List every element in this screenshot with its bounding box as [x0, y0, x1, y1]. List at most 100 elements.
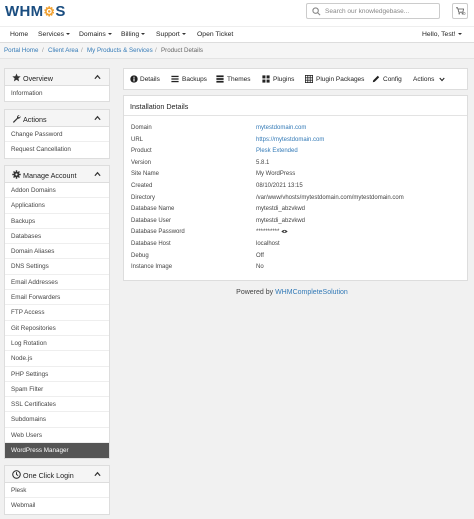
tab-plugin-packages-label: Plugin Packages — [316, 76, 365, 83]
detail-key: Database Host — [131, 241, 171, 247]
breadcrumb-separator: / — [155, 47, 157, 54]
tab-config-label: Config — [383, 76, 402, 83]
sidebar-item-label: FTP Access — [11, 309, 45, 317]
nav-user-menu[interactable]: Hello, Test! — [422, 31, 462, 38]
sidebar-actions-panel: Actions Change Password Request Cancella… — [4, 109, 110, 159]
footer-link[interactable]: WHMCompleteSolution — [275, 289, 348, 296]
url-link[interactable]: https://mytestdomain.com — [256, 137, 324, 143]
cart-count: 0 — [463, 11, 466, 16]
manage-account-panel-header[interactable]: Manage Account — [5, 166, 109, 183]
breadcrumb-portal-home[interactable]: Portal Home — [4, 47, 38, 54]
sidebar-item-label: Log Rotation — [11, 339, 47, 347]
caret-down-icon — [181, 33, 186, 36]
sidebar-item-domain-aliases[interactable]: Domain Aliases — [5, 244, 109, 260]
sidebar-item-backups[interactable]: Backups — [5, 214, 109, 229]
sidebar-item-label: Backups — [11, 217, 36, 225]
sidebar-item-label: Addon Domains — [11, 187, 56, 194]
installation-details-title: Installation Details — [130, 102, 189, 111]
overview-panel-title: Overview — [23, 74, 53, 83]
detail-key: Product — [131, 148, 152, 155]
chevron-up-icon[interactable] — [94, 171, 101, 177]
breadcrumb-products-services[interactable]: My Products & Services — [87, 47, 153, 54]
actions-panel-title: Actions — [23, 115, 47, 124]
nav-billing[interactable]: Billing — [121, 31, 146, 38]
detail-row-debug: Debug Off — [124, 253, 467, 265]
sidebar-item-log-rotation[interactable]: Log Rotation — [5, 336, 109, 352]
sidebar-item-subdomains[interactable]: Subdomains — [5, 412, 109, 428]
sidebar-item-label: Node.js — [11, 355, 33, 363]
detail-key: Instance Image — [131, 264, 173, 271]
sidebar-item-request-cancellation[interactable]: Request Cancellation — [5, 142, 109, 157]
detail-value: No — [256, 264, 264, 271]
sidebar-item-applications[interactable]: Applications — [5, 198, 109, 214]
detail-row-database-host: Database Host localhost — [124, 241, 467, 253]
sidebar-item-change-password[interactable]: Change Password — [5, 127, 109, 143]
actions-panel-header[interactable]: Actions — [5, 110, 109, 127]
one-click-login-panel-header[interactable]: One Click Login — [5, 466, 109, 483]
nav-domains[interactable]: Domains — [79, 31, 112, 38]
breadcrumb-client-area[interactable]: Client Area — [48, 47, 78, 54]
breadcrumb-separator: / — [81, 47, 83, 54]
sidebar-item-label: DNS Settings — [11, 263, 49, 271]
nav-support-label: Support — [156, 31, 180, 38]
sidebar-item-label: Change Password — [11, 131, 63, 138]
search-icon — [312, 7, 321, 16]
nav-home[interactable]: Home — [10, 31, 28, 38]
one-click-login-panel-title: One Click Login — [23, 471, 74, 480]
whmcs-logo[interactable]: WHM⚙S — [5, 3, 66, 20]
nav-open-ticket[interactable]: Open Ticket — [197, 31, 233, 38]
sidebar-item-databases[interactable]: Databases — [5, 229, 109, 245]
detail-row-database-password: Database Password ********** — [124, 229, 467, 241]
cart-button[interactable]: 0 — [452, 3, 468, 19]
plugin-icon — [262, 75, 270, 83]
domain-link[interactable]: mytestdomain.com — [256, 125, 306, 131]
breadcrumb: Portal Home / Client Area / My Products … — [0, 43, 474, 59]
detail-row-directory: Directory/var/www/vhosts/mytestdomain.co… — [124, 195, 467, 207]
sidebar-item-webmail[interactable]: Webmail — [5, 498, 109, 513]
sidebar-item-nodejs[interactable]: Node.js — [5, 351, 109, 367]
chevron-up-icon[interactable] — [94, 74, 101, 80]
detail-row-domain: Domain mytestdomain.com — [124, 125, 467, 137]
eye-icon[interactable] — [281, 229, 289, 234]
tab-actions-label: Actions — [413, 76, 435, 83]
overview-panel-header[interactable]: Overview — [5, 69, 109, 86]
sidebar-item-git-repositories[interactable]: Git Repositories — [5, 321, 109, 336]
password-mask: ********** — [256, 229, 280, 236]
nav-support[interactable]: Support — [156, 31, 186, 38]
detail-key: Debug — [131, 252, 149, 259]
sidebar-item-wordpress-manager[interactable]: WordPress Manager — [5, 443, 109, 459]
breadcrumb-separator: / — [42, 47, 44, 54]
detail-value: localhost — [256, 241, 280, 247]
sidebar-item-label: SSL Certificates — [11, 401, 56, 409]
sidebar-item-label: Databases — [11, 232, 42, 240]
pencil-icon — [372, 75, 380, 83]
sidebar-item-php-settings[interactable]: PHP Settings — [5, 367, 109, 382]
chevron-up-icon[interactable] — [94, 471, 101, 477]
detail-value: Off — [256, 252, 264, 259]
search-input[interactable]: Search our knowledgebase... — [306, 3, 440, 19]
detail-key: Database Name — [131, 206, 175, 213]
sidebar-item-spam-filter[interactable]: Spam Filter — [5, 382, 109, 398]
sidebar-item-dns-settings[interactable]: DNS Settings — [5, 259, 109, 275]
detail-key: Directory — [131, 194, 156, 201]
sidebar-item-web-users[interactable]: Web Users — [5, 428, 109, 444]
sidebar-item-addon-domains[interactable]: Addon Domains — [5, 183, 109, 199]
detail-key: Created — [131, 183, 153, 189]
sidebar-item-ssl-certificates[interactable]: SSL Certificates — [5, 397, 109, 413]
tab-themes-label: Themes — [227, 76, 251, 83]
sidebar-item-ftp-access[interactable]: FTP Access — [5, 305, 109, 321]
sidebar-item-plesk[interactable]: Plesk — [5, 483, 109, 499]
detail-row-database-user: Database User mytestdi_abzvkwd — [124, 218, 467, 230]
detail-key: Domain — [131, 125, 152, 131]
sidebar-item-information[interactable]: Information — [5, 86, 109, 101]
detail-value: /var/www/vhosts/mytestdomain.com/mytestd… — [256, 194, 404, 201]
sidebar-item-label: Subdomains — [11, 416, 47, 424]
list-icon — [171, 75, 179, 83]
product-link[interactable]: Plesk Extended — [256, 148, 298, 154]
nav-services[interactable]: Services — [38, 31, 71, 38]
sidebar-item-email-addresses[interactable]: Email Addresses — [5, 275, 109, 291]
chevron-up-icon[interactable] — [94, 115, 101, 121]
sidebar-item-label: Email Addresses — [11, 278, 58, 286]
nav-billing-label: Billing — [121, 31, 140, 38]
main-nav: Home Services Domains Billing Support Op… — [0, 26, 474, 43]
